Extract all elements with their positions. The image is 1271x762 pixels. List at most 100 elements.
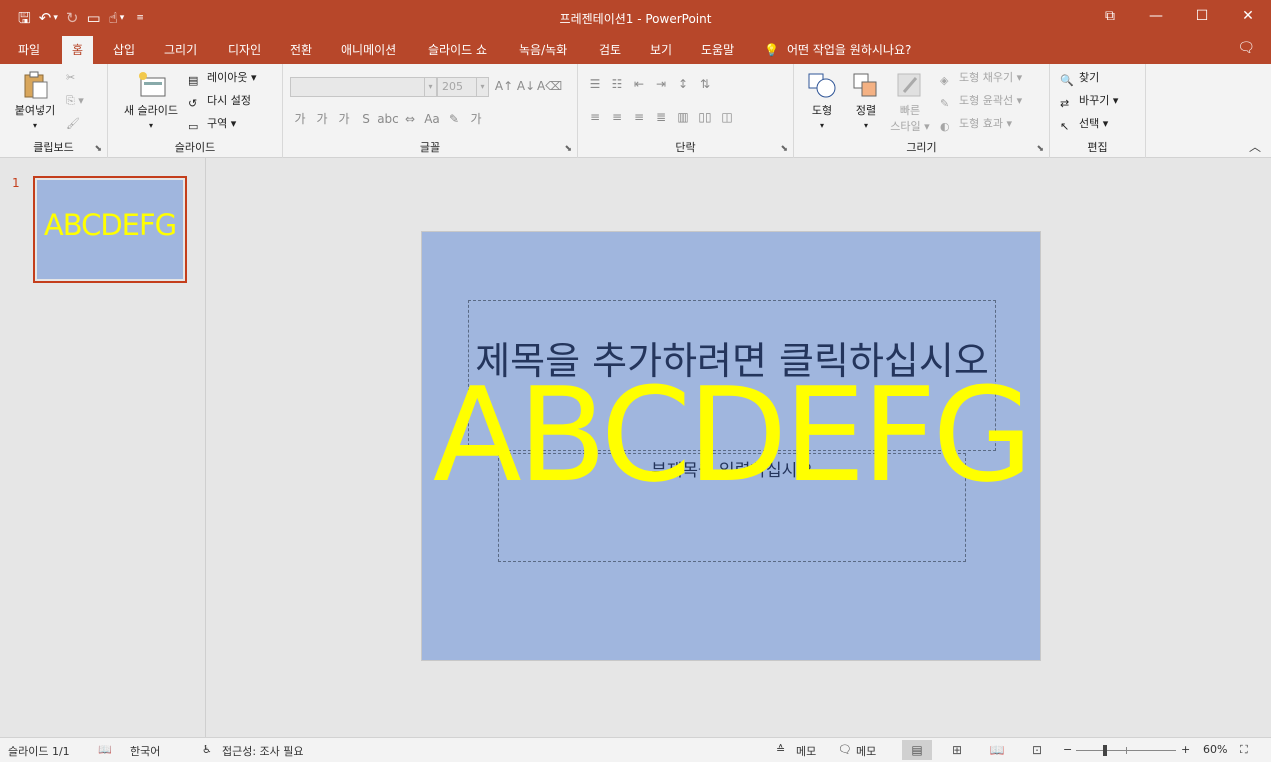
- zoom-level[interactable]: 60%: [1203, 743, 1227, 756]
- minimize-button[interactable]: —: [1133, 0, 1179, 32]
- font-size-dropdown-icon[interactable]: ▾: [476, 78, 488, 96]
- format-painter-icon[interactable]: 🖌: [66, 114, 80, 134]
- tab-record[interactable]: 녹음/녹화: [509, 36, 577, 64]
- font-format-buttons: 가 가 가 Sabc ⇔ Aa ✎ 가: [289, 110, 487, 127]
- find-button[interactable]: 🔍 찾기: [1060, 68, 1099, 88]
- spellcheck-icon[interactable]: 📖: [98, 743, 112, 756]
- justify-icon[interactable]: ≣: [650, 110, 672, 124]
- tab-animations[interactable]: 애니메이션: [331, 36, 406, 64]
- close-button[interactable]: ✕: [1225, 0, 1271, 32]
- tab-insert[interactable]: 삽입: [103, 36, 145, 64]
- underline-icon[interactable]: 가: [333, 110, 355, 127]
- reading-view-icon[interactable]: 📖: [982, 740, 1012, 760]
- layout-button[interactable]: ▤ 레이아웃 ▾: [188, 68, 257, 88]
- numbering-icon[interactable]: ☷: [606, 77, 628, 91]
- slide-canvas[interactable]: 제목을 추가하려면 클릭하십시오 부제목을 입력하십시오 ABCDEFG: [421, 231, 1041, 661]
- notes-button[interactable]: 메모: [796, 743, 816, 759]
- reset-button[interactable]: ↺ 다시 설정: [188, 91, 251, 111]
- clipboard-launcher-icon[interactable]: ⬊: [94, 144, 102, 154]
- shapes-button[interactable]: 도형 ▾: [802, 70, 842, 131]
- columns-icon[interactable]: ▯▯: [694, 110, 716, 124]
- replace-label: 바꾸기: [1079, 94, 1110, 107]
- comments-button[interactable]: 메모: [856, 743, 876, 759]
- accessibility-status[interactable]: 접근성: 조사 필요: [222, 743, 304, 759]
- font-name-combo[interactable]: ▾: [290, 77, 437, 97]
- paragraph-launcher-icon[interactable]: ⬊: [780, 144, 788, 154]
- tell-me-search[interactable]: 💡 어떤 작업을 원하시나요?: [764, 36, 911, 64]
- tab-review[interactable]: 검토: [589, 36, 631, 64]
- section-icon: ▭: [188, 120, 199, 133]
- align-right-icon[interactable]: ≡: [628, 110, 650, 124]
- clear-format-icon[interactable]: A⌫: [537, 79, 562, 93]
- replace-button[interactable]: ⇄ 바꾸기 ▾: [1060, 91, 1118, 111]
- align-center-icon[interactable]: ≡: [606, 110, 628, 124]
- strikethrough-icon[interactable]: abc: [377, 112, 399, 126]
- arrange-label: 정렬: [855, 104, 877, 117]
- comments-icon[interactable]: 🗨: [1237, 40, 1255, 56]
- slide-edit-area: 제목을 추가하려면 클릭하십시오 부제목을 입력하십시오 ABCDEFG: [207, 158, 1271, 737]
- bullets-icon[interactable]: ☰: [584, 77, 606, 91]
- slide-sorter-icon[interactable]: ⊞: [942, 740, 972, 760]
- tab-help[interactable]: 도움말: [691, 36, 744, 64]
- highlight-icon[interactable]: ✎: [443, 112, 465, 126]
- paste-button[interactable]: 붙여넣기 ▾: [8, 70, 62, 131]
- new-slide-button[interactable]: 새 슬라이드 ▾: [116, 70, 186, 131]
- select-button[interactable]: ↖ 선택 ▾: [1060, 114, 1108, 134]
- select-label: 선택: [1079, 117, 1100, 130]
- tab-file[interactable]: 파일: [8, 36, 50, 64]
- accessibility-icon[interactable]: ♿: [202, 743, 212, 756]
- bold-icon[interactable]: 가: [289, 110, 311, 127]
- overlay-text[interactable]: ABCDEFG: [422, 370, 1040, 500]
- text-direction-icon[interactable]: ⇅: [694, 77, 716, 91]
- comments-status-icon[interactable]: 🗨: [838, 743, 852, 756]
- font-name-dropdown-icon[interactable]: ▾: [424, 78, 436, 96]
- smartart-icon[interactable]: ◫: [716, 110, 738, 124]
- drawing-launcher-icon[interactable]: ⬊: [1036, 144, 1044, 154]
- tab-design[interactable]: 디자인: [218, 36, 271, 64]
- clipboard-group: 붙여넣기 ▾ ✂ ⎘ ▾ 🖌 클립보드 ⬊: [0, 64, 108, 158]
- shrink-font-icon[interactable]: A↓: [515, 79, 537, 93]
- grow-font-icon[interactable]: A↑: [493, 79, 515, 93]
- slide-thumbnail[interactable]: ABCDEFG: [33, 176, 187, 283]
- distributed-icon[interactable]: ▥: [672, 110, 694, 124]
- normal-view-icon[interactable]: ▤: [902, 740, 932, 760]
- zoom-in-icon[interactable]: +: [1181, 743, 1190, 756]
- decrease-indent-icon[interactable]: ⇤: [628, 77, 650, 91]
- align-left-icon[interactable]: ≡: [584, 110, 606, 124]
- quick-styles-button[interactable]: 빠른 스타일 ▾: [888, 70, 932, 134]
- arrange-button[interactable]: 정렬 ▾: [846, 70, 886, 131]
- thumbnail-preview: ABCDEFG: [37, 180, 183, 279]
- italic-icon[interactable]: 가: [311, 110, 333, 127]
- shape-outline-button[interactable]: ✎ 도형 윤곽선 ▾: [940, 91, 1022, 111]
- slideshow-view-icon[interactable]: ⊡: [1022, 740, 1052, 760]
- section-label: 구역: [207, 117, 228, 130]
- zoom-slider-thumb[interactable]: [1103, 745, 1107, 756]
- tab-transitions[interactable]: 전환: [280, 36, 322, 64]
- maximize-button[interactable]: ☐: [1179, 0, 1225, 32]
- ribbon-display-options-icon[interactable]: ⧉: [1087, 0, 1133, 32]
- shape-effects-button[interactable]: ◐ 도형 효과 ▾: [940, 114, 1012, 134]
- collapse-ribbon-icon[interactable]: ︿: [1249, 138, 1261, 155]
- section-button[interactable]: ▭ 구역 ▾: [188, 114, 236, 134]
- tab-home[interactable]: 홈: [62, 36, 94, 64]
- quick-styles-label-1: 빠른: [899, 104, 921, 117]
- change-case-icon[interactable]: Aa: [421, 112, 443, 126]
- notes-icon[interactable]: ≙: [776, 743, 785, 756]
- slide-count: 슬라이드 1/1: [8, 745, 70, 758]
- shape-fill-button[interactable]: ◈ 도형 채우기 ▾: [940, 68, 1022, 88]
- zoom-out-icon[interactable]: −: [1063, 743, 1072, 756]
- language-indicator[interactable]: 한국어: [130, 743, 160, 759]
- cut-icon[interactable]: ✂: [66, 68, 75, 88]
- font-color-icon[interactable]: 가: [465, 110, 487, 127]
- char-spacing-icon[interactable]: ⇔: [399, 112, 421, 126]
- fit-to-window-icon[interactable]: ⛶: [1240, 743, 1248, 757]
- line-spacing-icon[interactable]: ↕: [672, 77, 694, 91]
- font-size-combo[interactable]: 205 ▾: [437, 77, 489, 97]
- tab-view[interactable]: 보기: [640, 36, 682, 64]
- font-launcher-icon[interactable]: ⬊: [564, 144, 572, 154]
- increase-indent-icon[interactable]: ⇥: [650, 77, 672, 91]
- tab-slideshow[interactable]: 슬라이드 쇼: [418, 36, 497, 64]
- tab-draw[interactable]: 그리기: [154, 36, 207, 64]
- copy-icon[interactable]: ⎘ ▾: [66, 91, 84, 111]
- shadow-icon[interactable]: S: [355, 112, 377, 126]
